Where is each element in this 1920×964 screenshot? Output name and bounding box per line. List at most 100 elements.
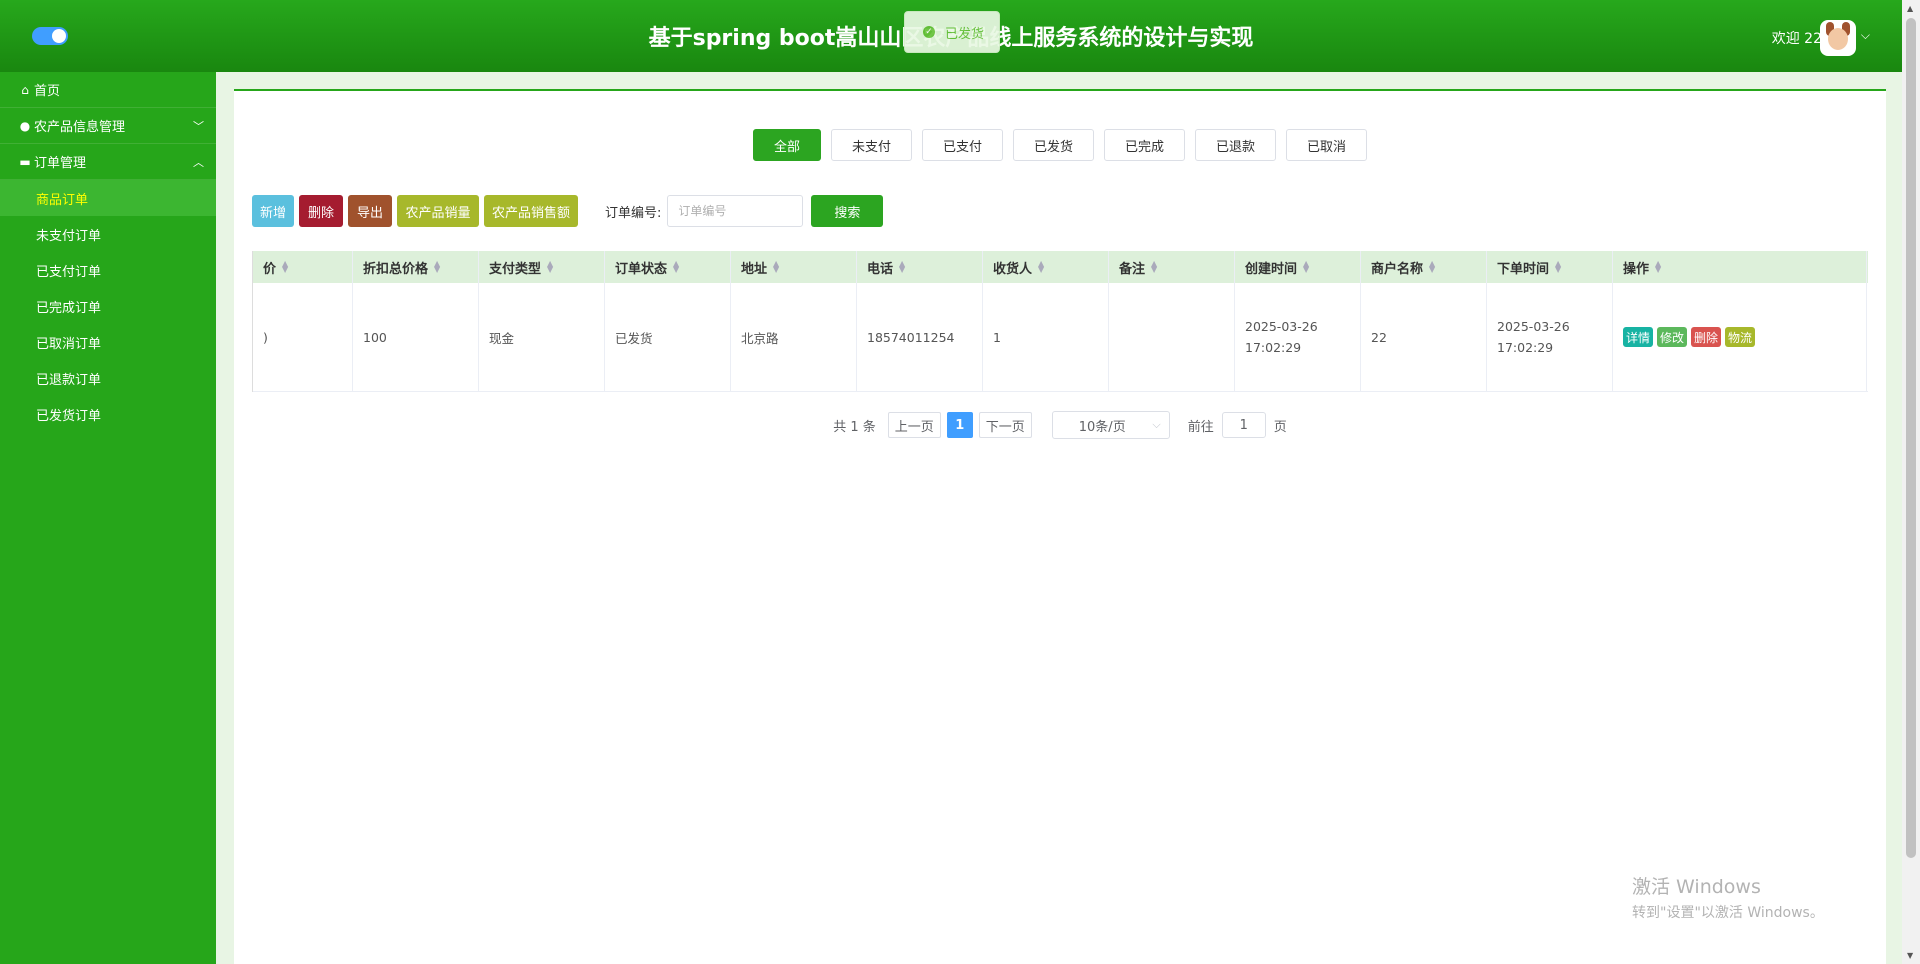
column-header[interactable]: 支付类型 ▲ ▼ [479, 251, 605, 283]
next-page-button[interactable]: 下一页 [978, 412, 1032, 438]
chevron-down-icon: ﹀ [193, 119, 204, 133]
column-header[interactable]: 下单时间 ▲ ▼ [1487, 251, 1613, 283]
scroll-down-icon[interactable]: ▼ [1907, 951, 1913, 960]
sidebar-item-home[interactable]: ⌂ 首页 [0, 72, 216, 108]
header-label: 订单状态 [615, 261, 668, 277]
column-header[interactable]: 折扣总价格 ▲ ▼ [353, 251, 479, 283]
delete-button[interactable]: 删除 [299, 195, 343, 227]
sort-icon[interactable]: ▲ ▼ [434, 260, 440, 274]
add-button[interactable]: 新增 [252, 195, 294, 227]
sidebar-item-label: 首页 [34, 84, 61, 99]
scrollbar-thumb[interactable] [1906, 18, 1916, 858]
tab-all[interactable]: 全部 [752, 129, 821, 161]
cell-actions: 详情 修改 删除 物流 [1613, 283, 1867, 391]
sidebar-group-orders[interactable]: ▬ 订单管理 ︿ [0, 144, 216, 180]
sidebar: ⌂ 首页 ● 农产品信息管理 ﹀ ▬ 订单管理 ︿ 商品订单 未支付订单 已支付… [0, 72, 216, 964]
sales-amount-button[interactable]: 农产品销售额 [484, 195, 578, 227]
logistics-button[interactable]: 物流 [1725, 327, 1756, 347]
sort-icon[interactable]: ▲ ▼ [1038, 260, 1044, 274]
cell-created-time: 2025-03-26 17:02:29 [1235, 283, 1361, 391]
sort-icon[interactable]: ▲ ▼ [1555, 260, 1561, 274]
chevron-down-icon: ⌵ [1152, 418, 1161, 431]
search-label: 订单编号: [605, 205, 662, 221]
sidebar-item-paid-orders[interactable]: 已支付订单 [0, 252, 216, 288]
order-icon: ▬ [19, 154, 31, 169]
home-icon: ⌂ [21, 82, 29, 97]
cell-price: ) [253, 283, 353, 391]
sort-icon[interactable]: ▲ ▼ [899, 260, 905, 274]
tab-refunded[interactable]: 已退款 [1195, 129, 1277, 161]
page-size-select[interactable]: 10条/页 ⌵ [1051, 411, 1170, 439]
scroll-up-icon[interactable]: ▲ [1907, 4, 1913, 13]
detail-button[interactable]: 详情 [1623, 327, 1654, 347]
avatar[interactable] [1820, 20, 1856, 56]
goto-label: 前往 [1187, 419, 1214, 435]
sort-icon[interactable]: ▲ ▼ [673, 260, 679, 274]
header-label: 地址 [741, 261, 768, 277]
tab-unpaid[interactable]: 未支付 [830, 129, 912, 161]
page-number-current[interactable]: 1 [946, 412, 973, 438]
column-header[interactable]: 创建时间 ▲ ▼ [1235, 251, 1361, 283]
header-label: 操作 [1623, 261, 1650, 277]
header-label: 商户名称 [1371, 261, 1424, 277]
sort-icon[interactable]: ▲ ▼ [547, 260, 553, 274]
watermark-title: 激活 Windows [1632, 876, 1761, 898]
sidebar-item-shipped-orders[interactable]: 已发货订单 [0, 396, 216, 432]
sidebar-item-completed-orders[interactable]: 已完成订单 [0, 288, 216, 324]
sort-icon[interactable]: ▲ ▼ [1151, 260, 1157, 274]
column-header[interactable]: 备注 ▲ ▼ [1109, 251, 1235, 283]
edit-button[interactable]: 修改 [1657, 327, 1688, 347]
header-label: 下单时间 [1497, 261, 1550, 277]
cell-pay-type: 现金 [479, 283, 605, 391]
tab-shipped[interactable]: 已发货 [1012, 129, 1094, 161]
cell-discount-total: 100 [353, 283, 479, 391]
sidebar-item-refunded-orders[interactable]: 已退款订单 [0, 360, 216, 396]
tab-paid[interactable]: 已支付 [921, 129, 1003, 161]
success-toast: ✓ 已发货 [904, 11, 1000, 53]
sort-icon[interactable]: ▲ ▼ [1655, 260, 1661, 274]
sidebar-item-cancelled-orders[interactable]: 已取消订单 [0, 324, 216, 360]
prev-page-button[interactable]: 上一页 [887, 412, 941, 438]
page-scrollbar[interactable]: ▲ ▼ [1902, 0, 1920, 964]
sort-icon[interactable]: ▲ ▼ [1429, 260, 1435, 274]
tab-cancelled[interactable]: 已取消 [1286, 129, 1368, 161]
header-label: 收货人 [993, 261, 1033, 277]
sidebar-item-label: 订单管理 [34, 156, 87, 171]
header-label: 电话 [867, 261, 894, 277]
search-button[interactable]: 搜索 [811, 195, 884, 227]
header-label: 备注 [1119, 261, 1146, 277]
cell-merchant: 22 [1361, 283, 1487, 391]
chevron-up-icon: ︿ [193, 155, 204, 169]
column-header[interactable]: 收货人 ▲ ▼ [983, 251, 1109, 283]
table-row[interactable]: ) 100 现金 已发货 北京路 18574011254 1 2025-03-2… [253, 283, 1868, 392]
pagination: 共 1 条 上一页 1 下一页 10条/页 ⌵ 前往 1 页 [234, 411, 1886, 439]
header-label: 折扣总价格 [363, 261, 429, 277]
row-delete-button[interactable]: 删除 [1691, 327, 1722, 347]
tab-completed[interactable]: 已完成 [1104, 129, 1186, 161]
sidebar-item-unpaid-orders[interactable]: 未支付订单 [0, 216, 216, 252]
sidebar-group-products[interactable]: ● 农产品信息管理 ﹀ [0, 108, 216, 144]
column-header[interactable]: 操作 ▲ ▼ [1613, 251, 1867, 283]
order-number-input[interactable] [667, 195, 804, 227]
sort-icon[interactable]: ▲ ▼ [282, 260, 288, 274]
column-header[interactable]: 商户名称 ▲ ▼ [1361, 251, 1487, 283]
page-unit-label: 页 [1273, 419, 1287, 435]
sidebar-item-product-orders[interactable]: 商品订单 [0, 180, 216, 216]
column-header[interactable]: 价 ▲ ▼ [253, 251, 353, 283]
export-button[interactable]: 导出 [348, 195, 392, 227]
header-label: 价 [263, 261, 277, 277]
column-header[interactable]: 地址 ▲ ▼ [731, 251, 857, 283]
chevron-down-icon[interactable]: ⌵ [1861, 28, 1870, 43]
sort-icon[interactable]: ▲ ▼ [773, 260, 779, 274]
column-header[interactable]: 订单状态 ▲ ▼ [605, 251, 731, 283]
header-label: 支付类型 [489, 261, 542, 277]
header-label: 创建时间 [1245, 261, 1298, 277]
sales-volume-button[interactable]: 农产品销量 [397, 195, 479, 227]
watermark-subtitle: 转到"设置"以激活 Windows。 [1632, 905, 1824, 921]
goto-page-input[interactable]: 1 [1221, 412, 1266, 438]
windows-activation-watermark: 激活 Windows 转到"设置"以激活 Windows。 [1632, 872, 1824, 922]
cell-remark [1109, 283, 1235, 391]
column-header[interactable]: 电话 ▲ ▼ [857, 251, 983, 283]
sort-icon[interactable]: ▲ ▼ [1303, 260, 1309, 274]
check-circle-icon: ✓ [923, 26, 935, 38]
